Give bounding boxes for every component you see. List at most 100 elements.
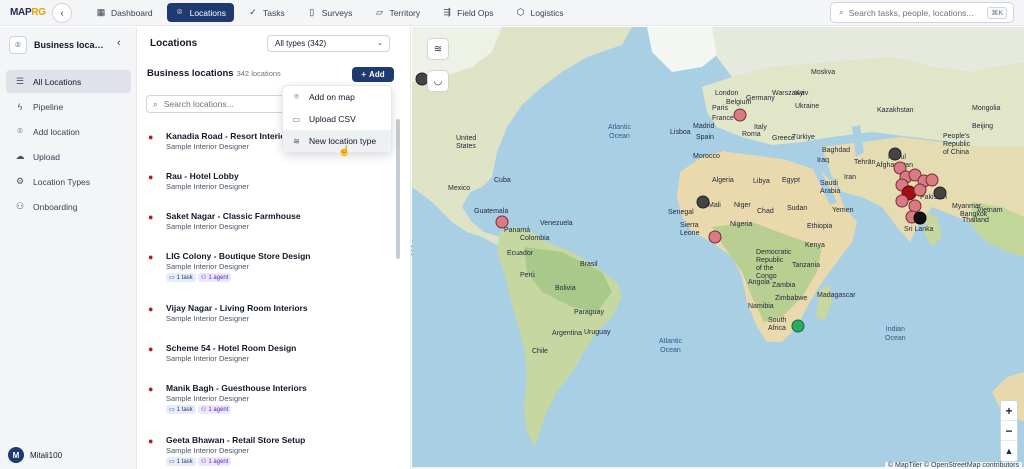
- location-pin-icon: ●: [148, 172, 154, 182]
- location-pin-icon: ●: [148, 384, 154, 394]
- nav-tab-locations[interactable]: ⌾ Locations: [166, 3, 234, 22]
- bolt-icon: ϟ: [17, 101, 23, 112]
- map-label: Bolivia: [555, 285, 576, 292]
- map-label: Kazakhstan: [877, 107, 914, 114]
- nav-tab-dashboard[interactable]: ▦ Dashboard: [88, 3, 161, 22]
- global-search[interactable]: ⌕ Search tasks, people, locations... ⌘K: [830, 2, 1014, 23]
- map-label: Atlantic Ocean: [608, 124, 631, 140]
- map-attribution: © MapTiler © OpenStreetMap contributors: [884, 462, 1022, 469]
- app-logo[interactable]: MAPRG: [10, 7, 46, 18]
- sidebar-item-onboarding[interactable]: ⚇ Onboarding: [6, 195, 131, 218]
- sidebar-item-upload[interactable]: ☁ Upload: [6, 145, 131, 168]
- menu-item-upload-csv[interactable]: ▭ Upload CSV: [283, 108, 391, 130]
- check-icon: ✓: [249, 7, 257, 17]
- sidebar-item-all-locations[interactable]: ☰ All Locations: [6, 70, 131, 93]
- map-label: Morocco: [693, 153, 720, 160]
- nav-tab-field-ops[interactable]: ⇶ Field Ops: [434, 3, 501, 22]
- city-label: Paris: [712, 105, 728, 112]
- map-label: Colombia: [520, 235, 550, 242]
- city-label: Tehrān: [854, 159, 876, 166]
- menu-item-new-location-type[interactable]: ≋ New location type: [283, 130, 391, 152]
- workspace-switcher[interactable]: ⌾ Business locations ‹: [9, 36, 121, 54]
- map-label: Cuba: [494, 177, 511, 184]
- sidebar-item-location-types[interactable]: ⚙ Location Types: [6, 170, 131, 193]
- nav-tab-tasks[interactable]: ✓ Tasks: [240, 3, 293, 22]
- pin-icon: ⌾: [9, 36, 27, 54]
- menu-item-add-on-map[interactable]: ⌾ Add on map: [283, 86, 391, 108]
- map-label: Sudan: [787, 205, 808, 212]
- map-label: Atlantic Ocean: [659, 338, 682, 354]
- map-label: Madagascar: [817, 292, 856, 299]
- city-label: Moskva: [811, 69, 836, 76]
- map-label: Zambia: [772, 282, 796, 289]
- map-label: Germany: [746, 95, 775, 102]
- map-label: Nigeria: [730, 221, 753, 228]
- zoom-in-button[interactable]: +: [1001, 401, 1017, 421]
- city-label: London: [715, 90, 739, 97]
- collapse-sidebar-icon[interactable]: ‹: [117, 37, 121, 49]
- map-label: Greece: [772, 135, 795, 142]
- file-icon: ▭: [169, 275, 175, 281]
- nav-tab-surveys[interactable]: ▯ Surveys: [299, 3, 361, 22]
- agent-badge: ⚇ 1 agent: [198, 273, 232, 282]
- zoom-out-button[interactable]: −: [1001, 421, 1017, 441]
- zoom-controls: + − ▲: [1000, 400, 1018, 462]
- city-label: Beijing: [972, 123, 994, 130]
- map-label: Algeria: [712, 177, 734, 184]
- city-label: Bangkok: [960, 211, 988, 218]
- map-label: Ecuador: [507, 250, 534, 257]
- curve-icon: ◡: [433, 75, 443, 87]
- location-pin-icon: ●: [148, 344, 154, 354]
- map-label: Zimbabwe: [775, 295, 808, 302]
- list-scrollbar[interactable]: [396, 119, 400, 259]
- file-icon: ▭: [169, 459, 175, 465]
- user-profile[interactable]: M Mitali100: [8, 447, 62, 463]
- sidebar: ⌾ Business locations ‹ ☰All Locations ϟP…: [0, 27, 137, 469]
- city-label: Lisboa: [670, 129, 691, 136]
- map-label: Argentina: [552, 330, 582, 337]
- location-pin-icon: ●: [148, 436, 154, 446]
- map-label: Tanzania: [792, 262, 821, 269]
- map-label: Egypt: [782, 177, 800, 184]
- map-label: Namibia: [748, 303, 774, 310]
- pin-icon: ⌾: [294, 92, 299, 101]
- type-filter-select[interactable]: All types (342) ⌄: [267, 35, 390, 52]
- map-view[interactable]: Atlantic Ocean Atlantic Ocean Indian Oce…: [412, 27, 1024, 469]
- map-label: Chile: [532, 348, 548, 355]
- layers-button[interactable]: ≋: [427, 38, 449, 60]
- map-label: People's Republic of China: [943, 133, 971, 156]
- map-label: Brasil: [580, 261, 598, 268]
- agent-badge: ⚇ 1 agent: [198, 405, 232, 414]
- map-label: Indian Ocean: [885, 326, 906, 342]
- map-label: Senegal: [668, 209, 694, 216]
- map-label: Saudi Arabia: [820, 180, 841, 195]
- compass-button[interactable]: ▲: [1001, 441, 1017, 461]
- chevron-down-icon: ⌄: [377, 40, 383, 47]
- sidebar-item-add-location[interactable]: ⌾ Add location: [6, 120, 131, 143]
- map-label: Iraq: [817, 157, 830, 164]
- layers-icon: ≋: [433, 43, 443, 55]
- city-label: Kābul: [888, 154, 906, 161]
- file-icon: ▭: [292, 114, 301, 124]
- map-label: Venezuela: [540, 220, 573, 227]
- nav-tab-logistics[interactable]: ⬡ Logistics: [508, 3, 572, 22]
- location-pin-icon: ●: [148, 252, 154, 262]
- global-search-input[interactable]: Search tasks, people, locations...: [849, 8, 974, 18]
- pin-icon: ⌾: [176, 7, 183, 17]
- sidebar-item-pipeline[interactable]: ϟ Pipeline: [6, 95, 131, 118]
- map-label: Mali: [708, 202, 721, 209]
- search-icon: ⌕: [153, 98, 158, 109]
- add-button[interactable]: + Add: [352, 67, 394, 82]
- avatar: M: [8, 447, 24, 463]
- map-label: Türkiye: [792, 134, 815, 141]
- location-pin-icon: ●: [148, 304, 154, 314]
- panel-title: Locations: [150, 38, 198, 49]
- draw-tool-button[interactable]: ◡: [427, 70, 449, 92]
- back-button[interactable]: ‹: [52, 3, 72, 23]
- map-label: Democratic Republic of the Congo: [756, 249, 792, 280]
- nav-tab-territory[interactable]: ▱ Territory: [366, 3, 428, 22]
- search-icon: ⌕: [839, 7, 844, 17]
- plus-icon: +: [361, 70, 367, 79]
- user-icon: ⚇: [201, 407, 207, 413]
- main-nav: ▦ Dashboard ⌾ Locations ✓ Tasks ▯ Surveys ▱ T…: [88, 3, 572, 22]
